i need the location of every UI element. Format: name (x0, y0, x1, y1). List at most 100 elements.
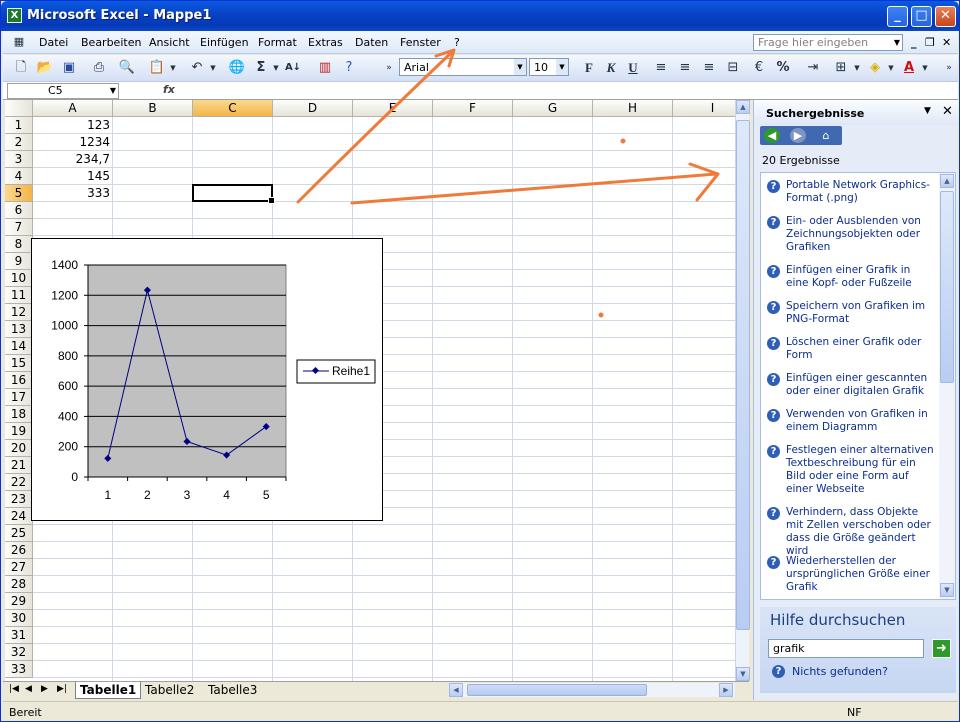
cell-a1[interactable]: 123 (33, 117, 110, 134)
forward-icon[interactable]: ▶ (790, 128, 806, 143)
menu-ansicht[interactable]: Ansicht (149, 36, 190, 49)
merge-center-icon[interactable]: ⊟ (723, 58, 743, 78)
currency-icon[interactable]: € (749, 58, 769, 78)
search-result-label[interactable]: Löschen einer Grafik oder Form (786, 336, 936, 362)
row-header-12[interactable]: 12 (5, 304, 33, 321)
row-header-30[interactable]: 30 (5, 610, 33, 627)
back-icon[interactable]: ◀ (764, 128, 780, 143)
menu-bearbeiten[interactable]: Bearbeiten (81, 36, 141, 49)
menu-fenster[interactable]: Fenster (400, 36, 441, 49)
italic-icon[interactable]: K (601, 58, 621, 78)
scroll-right-icon[interactable]: ▶ (719, 683, 733, 697)
row-header-23[interactable]: 23 (5, 491, 33, 508)
line-chart[interactable]: 0 200 400 600 800 1000 1200 1400 1 2 3 4 5 Reihe1 (31, 238, 383, 521)
row-header-17[interactable]: 17 (5, 389, 33, 406)
scroll-down-icon[interactable]: ▼ (736, 667, 750, 681)
tab-tabelle1[interactable]: Tabelle1 (75, 682, 142, 699)
font-size-select[interactable]: 10 ▼ (529, 58, 569, 76)
chevron-down-icon[interactable]: ▼ (881, 58, 901, 78)
chevron-down-icon[interactable]: ▼ (110, 84, 116, 98)
save-icon[interactable]: ▣ (59, 58, 79, 78)
doc-restore-button[interactable]: ❐ (925, 36, 935, 49)
menu-daten[interactable]: Daten (355, 36, 388, 49)
row-header-14[interactable]: 14 (5, 338, 33, 355)
help-icon[interactable]: ? (339, 58, 359, 78)
search-result-label[interactable]: Einfügen einer gescannten oder einer dig… (786, 372, 936, 398)
scroll-left-icon[interactable]: ◀ (449, 683, 463, 697)
doc-close-button[interactable]: ✕ (942, 36, 951, 49)
tab-tabelle2[interactable]: Tabelle2 (141, 682, 198, 699)
row-header-25[interactable]: 25 (5, 525, 33, 542)
percent-icon[interactable]: % (773, 58, 793, 78)
doc-minimize-button[interactable]: _ (911, 36, 917, 49)
row-header-31[interactable]: 31 (5, 627, 33, 644)
search-result-label[interactable]: Portable Network Graphics-Format (.png) (786, 179, 936, 205)
open-icon[interactable]: 📂 (35, 58, 55, 78)
underline-icon[interactable]: U (623, 58, 643, 78)
toolbar-options-icon[interactable]: » (939, 58, 959, 78)
column-header-d[interactable]: D (273, 100, 353, 117)
chevron-down-icon[interactable]: ▼ (514, 59, 526, 75)
row-header-9[interactable]: 9 (5, 253, 33, 270)
sort-ascending-icon[interactable]: A↓ (283, 58, 303, 78)
chevron-down-icon[interactable]: ▼ (556, 59, 568, 75)
close-button[interactable]: ✕ (935, 6, 956, 27)
search-result-label[interactable]: Ein- oder Ausblenden von Zeichnungsobjek… (786, 215, 936, 254)
insert-function-icon[interactable]: fx (163, 83, 175, 96)
results-scrollbar[interactable]: ▲ ▼ (939, 173, 955, 599)
chevron-down-icon[interactable]: ▼ (847, 58, 867, 78)
tab-tabelle3[interactable]: Tabelle3 (204, 682, 261, 699)
hyperlink-icon[interactable]: 🌐 (227, 58, 247, 78)
scroll-up-icon[interactable]: ▲ (940, 174, 954, 188)
cell-a3[interactable]: 234,7 (33, 151, 110, 168)
chevron-down-icon[interactable]: ▼ (203, 58, 223, 78)
chart-wizard-icon[interactable]: ▥ (315, 58, 335, 78)
row-header-26[interactable]: 26 (5, 542, 33, 559)
new-icon[interactable]: 🗋 (11, 58, 31, 78)
menu-format[interactable]: Format (258, 36, 297, 49)
worksheet-grid[interactable]: ABCDEFGHI 1 2 3 4 5 6 7 8 9 10 11 12 13 14 15 16 17 18 19 2… (5, 100, 749, 681)
menu-help[interactable]: ? (454, 36, 460, 49)
row-header-32[interactable]: 32 (5, 644, 33, 661)
name-box[interactable]: C5 ▼ (7, 83, 119, 99)
row-header-6[interactable]: 6 (5, 202, 33, 219)
document-icon[interactable]: ▦ (9, 32, 29, 52)
row-header-20[interactable]: 20 (5, 440, 33, 457)
row-header-2[interactable]: 2 (5, 134, 33, 151)
horizontal-scroll-thumb[interactable] (467, 684, 647, 696)
row-header-18[interactable]: 18 (5, 406, 33, 423)
row-header-10[interactable]: 10 (5, 270, 33, 287)
search-result-label[interactable]: Speichern von Grafiken im PNG-Format (786, 300, 936, 326)
search-result-label[interactable]: Verhindern, dass Objekte mit Zellen vers… (786, 506, 936, 558)
search-result-label[interactable]: Verwenden von Grafiken in einem Diagramm (786, 408, 936, 434)
row-header-21[interactable]: 21 (5, 457, 33, 474)
chevron-down-icon[interactable]: ▼ (915, 58, 935, 78)
search-result-label[interactable]: Festlegen einer alternativen Textbeschre… (786, 444, 936, 496)
row-header-27[interactable]: 27 (5, 559, 33, 576)
prev-sheet-icon[interactable]: ◀ (25, 684, 32, 694)
column-header-g[interactable]: G (513, 100, 593, 117)
cell-a5[interactable]: 333 (33, 185, 110, 202)
search-go-button[interactable]: ➜ (932, 639, 951, 658)
align-center-icon[interactable]: ≡ (675, 58, 695, 78)
chevron-down-icon[interactable]: ▼ (924, 106, 931, 116)
row-header-22[interactable]: 22 (5, 474, 33, 491)
column-header-e[interactable]: E (353, 100, 433, 117)
maximize-button[interactable]: □ (911, 6, 932, 27)
close-icon[interactable]: ✕ (942, 104, 953, 119)
toolbar-options-icon[interactable]: » (379, 58, 399, 78)
row-header-11[interactable]: 11 (5, 287, 33, 304)
vertical-scrollbar[interactable]: ▲ ▼ (735, 100, 750, 681)
results-scroll-thumb[interactable] (940, 191, 954, 383)
row-header-33[interactable]: 33 (5, 661, 33, 678)
print-preview-icon[interactable]: 🔍 (117, 58, 137, 78)
column-header-h[interactable]: H (593, 100, 673, 117)
home-icon[interactable]: ⌂ (818, 128, 834, 143)
horizontal-scrollbar[interactable]: ◀ ▶ (449, 683, 735, 697)
column-header-a[interactable]: A (33, 100, 113, 117)
chevron-down-icon[interactable]: ▼ (891, 35, 903, 50)
column-header-f[interactable]: F (433, 100, 513, 117)
row-header-4[interactable]: 4 (5, 168, 33, 185)
cell-a4[interactable]: 145 (33, 168, 110, 185)
row-header-28[interactable]: 28 (5, 576, 33, 593)
